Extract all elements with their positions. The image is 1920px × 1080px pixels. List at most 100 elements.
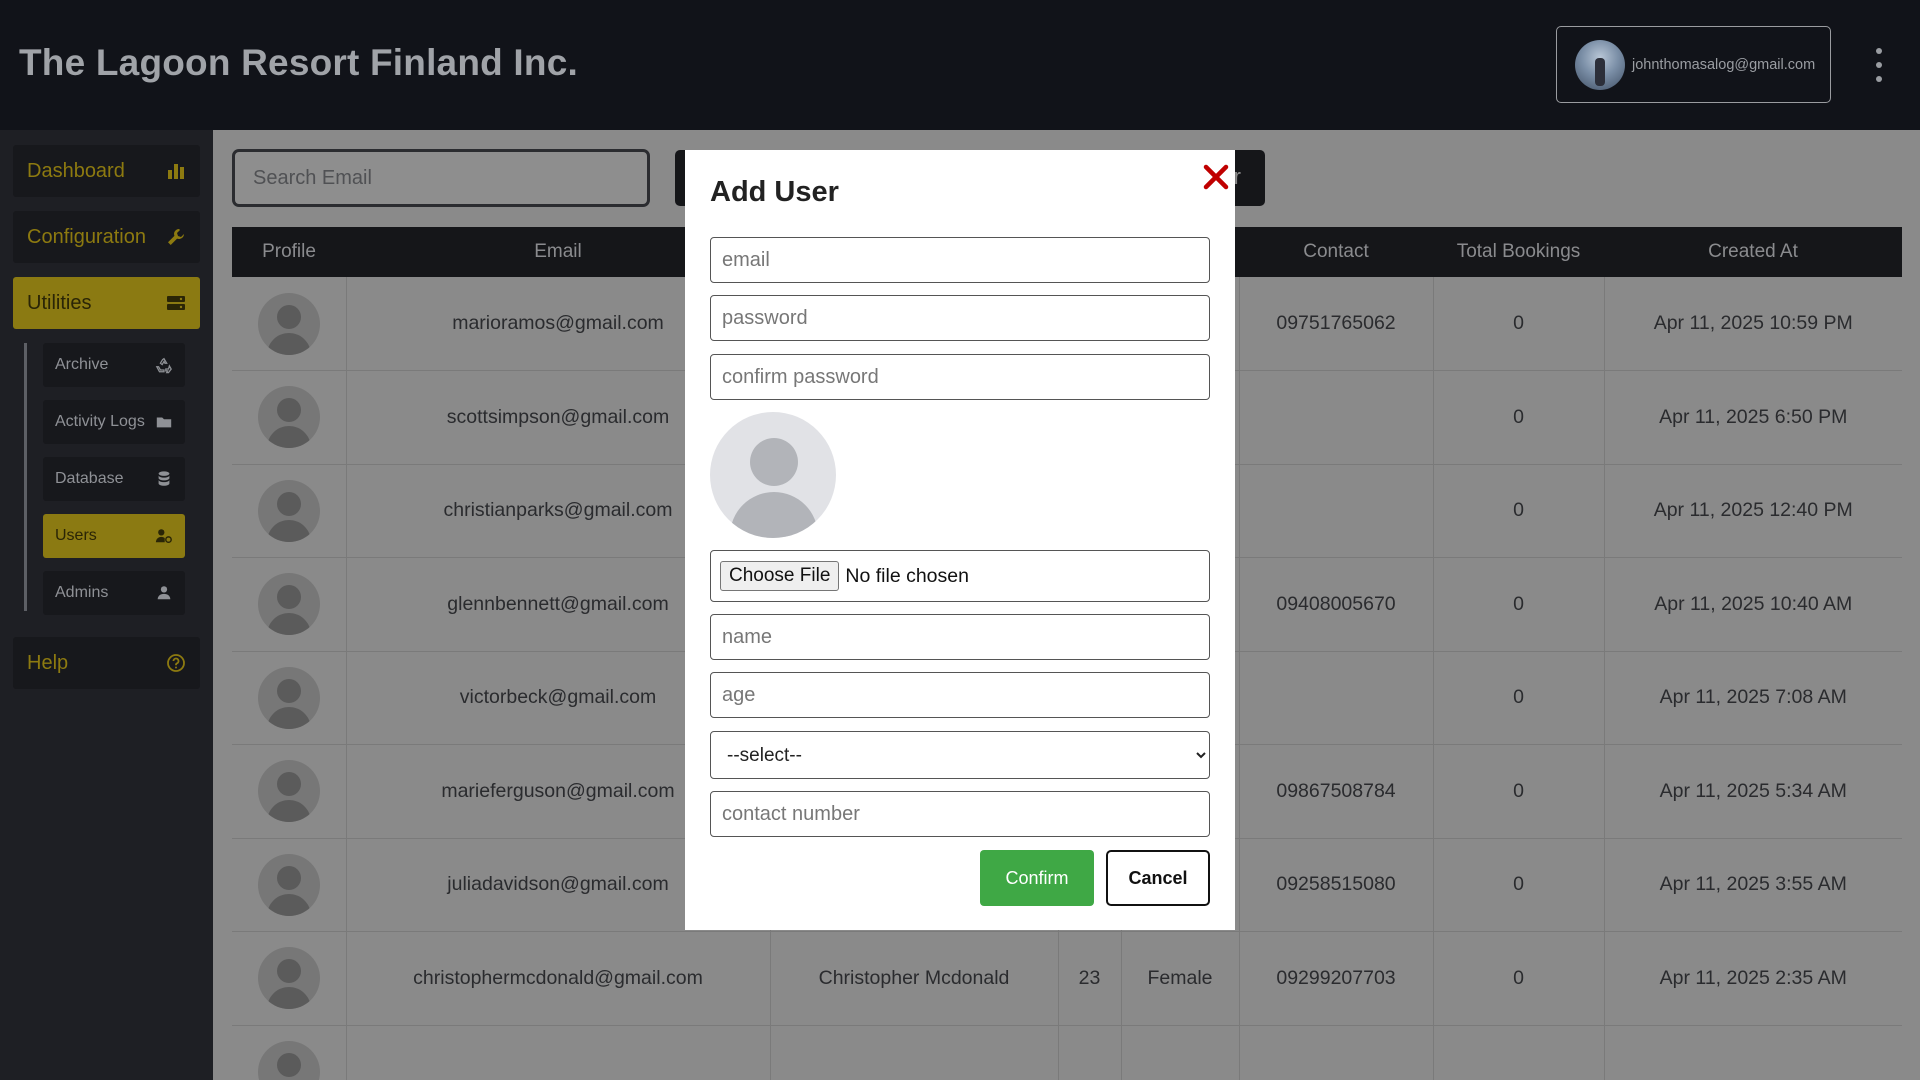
sidebar-item-dashboard[interactable]: Dashboard — [13, 145, 200, 197]
table-cell: 09751765062 — [1239, 277, 1434, 371]
modal-title: Add User — [710, 176, 839, 208]
profile-cell — [232, 651, 347, 745]
sidebar-item-label: Users — [55, 527, 97, 544]
sidebar-item-label: Help — [27, 651, 69, 674]
confirm-button[interactable]: Confirm — [980, 850, 1094, 906]
sidebar-item-configuration[interactable]: Configuration — [13, 211, 200, 263]
sidebar-item-help[interactable]: Help — [13, 637, 200, 689]
column-header[interactable]: Profile — [232, 227, 346, 277]
profile-cell — [232, 744, 347, 839]
brand-title: The Lagoon Resort Finland Inc. — [19, 42, 578, 83]
more-options-icon[interactable] — [1872, 48, 1886, 82]
kebab-dot — [1876, 48, 1882, 54]
table-cell — [1239, 464, 1434, 558]
table-cell — [1121, 1025, 1240, 1080]
add-user-modal: Add User Choose File No file chosen --se… — [685, 150, 1235, 930]
name-field[interactable] — [710, 614, 1210, 660]
sidebar-item-utilities[interactable]: Utilities — [13, 277, 200, 329]
avatar — [257, 573, 320, 636]
table-cell — [770, 1025, 1059, 1080]
table-cell: 0 — [1433, 931, 1605, 1026]
sidebar-item-admins[interactable]: Admins — [43, 571, 185, 615]
search-input[interactable] — [235, 152, 647, 204]
close-icon[interactable] — [1201, 162, 1231, 192]
profile-cell — [232, 838, 347, 932]
table-cell: Apr 11, 2025 6:50 PM — [1604, 370, 1902, 465]
sidebar-item-activity-logs[interactable]: Activity Logs — [43, 400, 185, 444]
email-field[interactable] — [710, 237, 1210, 283]
table-cell: 0 — [1433, 370, 1605, 465]
sidebar-item-label: Activity Logs — [55, 413, 145, 430]
sidebar-item-label: Dashboard — [27, 159, 125, 182]
sidebar: Dashboard Configuration Utilities Archiv… — [0, 130, 213, 1080]
age-input[interactable] — [711, 673, 1209, 717]
contact-field[interactable] — [710, 791, 1210, 837]
confirm-password-field[interactable] — [710, 354, 1210, 400]
profile-cell — [232, 931, 347, 1026]
table-cell: Apr 11, 2025 5:34 AM — [1604, 744, 1902, 839]
database-icon — [158, 471, 170, 486]
avatar — [257, 853, 320, 916]
contact-input[interactable] — [711, 792, 1209, 836]
wrench-icon — [168, 229, 184, 245]
gender-select[interactable]: --select-- — [711, 732, 1209, 778]
table-cell: Apr 11, 2025 10:40 AM — [1604, 557, 1902, 652]
kebab-dot — [1876, 62, 1882, 68]
email-input[interactable] — [711, 238, 1209, 282]
name-input[interactable] — [711, 615, 1209, 659]
profile-file-input[interactable]: Choose File No file chosen — [710, 550, 1210, 602]
table-cell: Apr 11, 2025 2:35 AM — [1604, 931, 1902, 1026]
profile-image-preview — [710, 412, 836, 538]
search-box[interactable] — [232, 149, 650, 207]
table-row[interactable]: christophermcdonald@gmail.com Christopher… — [232, 931, 1902, 1026]
avatar — [257, 386, 320, 449]
table-cell: 09867508784 — [1239, 744, 1434, 839]
profile-cell — [232, 1025, 347, 1080]
table-cell — [1604, 1025, 1902, 1080]
avatar — [257, 1040, 320, 1080]
sidebar-item-users[interactable]: Users — [43, 514, 185, 558]
table-cell: Apr 11, 2025 3:55 AM — [1604, 838, 1902, 932]
table-cell: 0 — [1433, 651, 1605, 745]
sidebar-item-label: Utilities — [27, 291, 92, 314]
table-cell: christophermcdonald@gmail.com — [346, 931, 771, 1026]
profile-cell — [232, 277, 347, 371]
table-cell — [346, 1025, 771, 1080]
sidebar-item-archive[interactable]: Archive — [43, 343, 185, 387]
table-cell: 0 — [1433, 277, 1605, 371]
confirm-password-input[interactable] — [711, 355, 1209, 399]
password-field[interactable] — [710, 295, 1210, 341]
table-cell: Apr 11, 2025 10:59 PM — [1604, 277, 1902, 371]
profile-cell — [232, 370, 347, 465]
sidebar-item-label: Configuration — [27, 225, 146, 248]
gender-select-field[interactable]: --select-- — [710, 731, 1210, 779]
folder-icon — [156, 417, 172, 428]
table-cell: 09299207703 — [1239, 931, 1434, 1026]
age-field[interactable] — [710, 672, 1210, 718]
avatar — [257, 479, 320, 542]
table-cell: Female — [1121, 931, 1240, 1026]
profile-cell — [232, 557, 347, 652]
submenu-guide-line — [24, 343, 27, 611]
table-cell: 0 — [1433, 464, 1605, 558]
sidebar-item-database[interactable]: Database — [43, 457, 185, 501]
column-header[interactable]: Total Bookings — [1433, 227, 1604, 277]
server-icon — [167, 296, 185, 310]
column-header[interactable]: Contact — [1239, 227, 1433, 277]
avatar-placeholder-head — [750, 438, 798, 486]
table-row[interactable] — [232, 1025, 1902, 1080]
account-chip[interactable]: johnthomasalog@gmail.com — [1556, 26, 1831, 103]
sidebar-item-label: Database — [55, 470, 124, 487]
table-cell: Apr 11, 2025 7:08 AM — [1604, 651, 1902, 745]
table-cell: Apr 11, 2025 12:40 PM — [1604, 464, 1902, 558]
avatar — [257, 666, 320, 729]
choose-file-button[interactable]: Choose File — [720, 561, 840, 591]
sidebar-item-label: Archive — [55, 356, 109, 373]
file-status-text: No file chosen — [845, 564, 969, 587]
user-gear-icon — [155, 529, 172, 544]
cancel-button[interactable]: Cancel — [1106, 850, 1210, 906]
table-cell: 09258515080 — [1239, 838, 1434, 932]
column-header[interactable]: Created At — [1604, 227, 1902, 277]
sidebar-item-label: Admins — [55, 584, 109, 601]
password-input[interactable] — [711, 296, 1209, 340]
